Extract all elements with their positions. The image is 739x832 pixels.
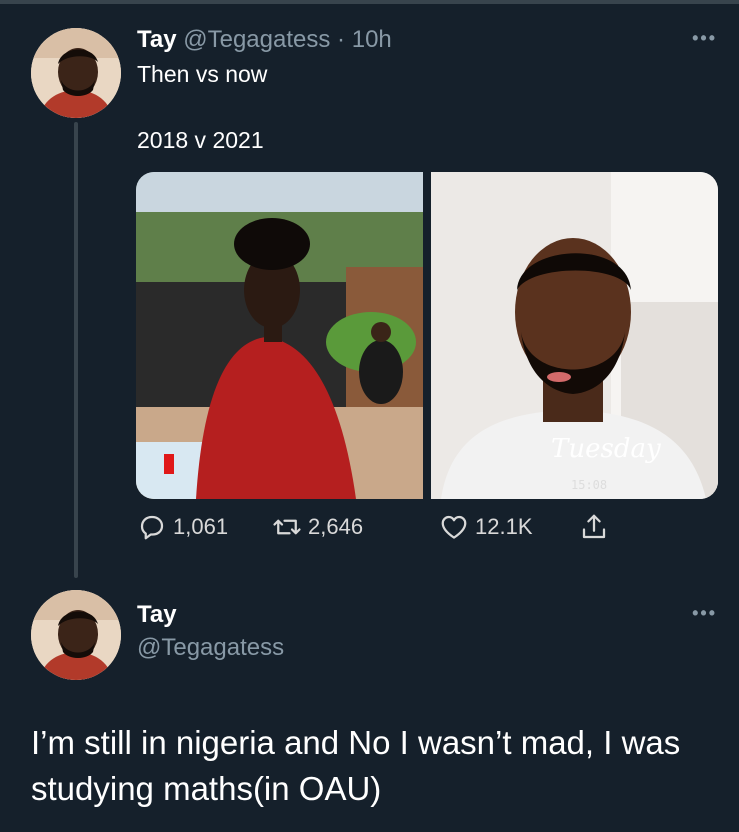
twitter-thread-page: ••• Tay @Tegagatess · 10h Then vs now 20… [0,0,739,832]
retweet-button[interactable]: 2,646 [272,512,363,542]
media-photo-left[interactable] [136,172,423,499]
avatar[interactable] [31,590,121,680]
reply-button[interactable]: 1,061 [137,512,228,542]
photo-overlay-text: Tuesday [551,434,661,464]
top-divider [0,0,739,4]
share-icon [582,514,606,539]
like-button[interactable]: 12.1K [439,512,533,542]
like-count: 12.1K [475,514,533,539]
tweet-text: I’m still in nigeria and No I wasn’t mad… [31,724,681,807]
tweet-actions: 1,061 2,646 12.1K [137,512,637,548]
more-icon[interactable]: ••• [692,28,717,49]
avatar-image [31,590,121,680]
display-name[interactable]: Tay [137,601,177,629]
tweet-text-line: 2018 v 2021 [137,127,264,153]
tweet-header: Tay @Tegagatess · 10h [137,26,392,54]
tweet-text: Then vs now 2018 v 2021 [137,60,697,154]
photo-overlay-time: 15:08 [571,478,608,492]
retweet-icon [273,519,301,535]
avatar[interactable] [31,28,121,118]
user-handle[interactable]: @Tegagatess [137,634,284,662]
tweet-text-line: Then vs now [137,61,268,87]
more-icon[interactable]: ••• [692,603,717,624]
display-name[interactable]: Tay [137,26,177,53]
retweet-count: 2,646 [308,514,364,539]
timestamp[interactable]: 10h [352,26,392,53]
user-handle[interactable]: @Tegagatess [183,26,330,53]
tweet-media: Tuesday 15:08 [136,172,718,499]
media-photo-right[interactable]: Tuesday 15:08 [431,172,718,499]
thread-connector-line [74,122,78,578]
like-icon [441,515,467,539]
separator-dot: · [337,26,346,53]
reply-icon [140,515,164,540]
reply-count: 1,061 [173,514,229,539]
photo-2018-image [136,172,423,499]
share-button[interactable] [579,512,609,542]
avatar-image [31,28,121,118]
